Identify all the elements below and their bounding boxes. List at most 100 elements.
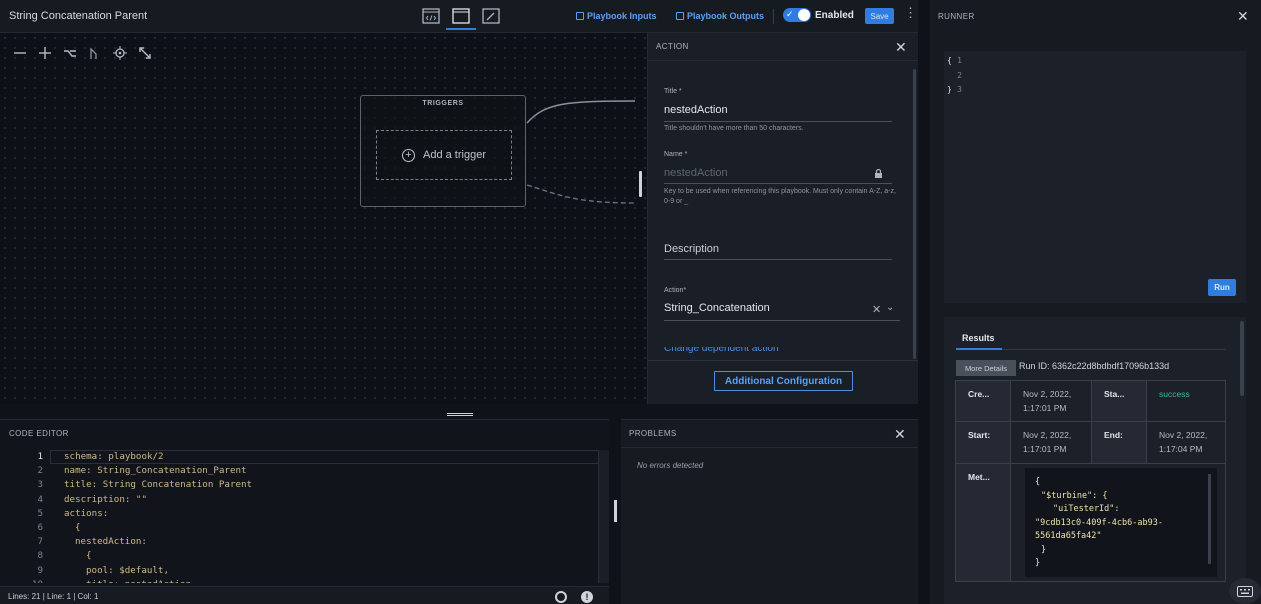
title-underline — [664, 121, 892, 122]
more-options-icon[interactable]: ⋮ — [904, 6, 917, 19]
problems-header: PROBLEMS — [621, 420, 918, 448]
scrollbar[interactable] — [913, 69, 916, 359]
created-value: Nov 2, 2022, 1:17:01 PM — [1010, 380, 1092, 422]
code-text: actions: — [64, 507, 109, 519]
additional-configuration-button[interactable]: Additional Configuration — [714, 371, 853, 391]
help-icon[interactable] — [555, 591, 567, 603]
action-label: Action* — [664, 287, 687, 294]
code-area[interactable]: 1 schema: playbook/2 2 name: String_Concate… — [0, 450, 600, 583]
playbook-outputs-link[interactable]: Playbook Outputs — [676, 11, 764, 21]
code-line[interactable]: 5 actions: — [0, 507, 600, 521]
triggers-node[interactable]: TRIGGERS + Add a trigger — [360, 95, 526, 207]
runner-lines: {1 2} 3 — [944, 54, 1246, 98]
status-value: success — [1146, 380, 1226, 422]
clear-icon[interactable]: ✕ — [872, 303, 881, 316]
code-text: name: String_Concatenation_Parent — [64, 465, 247, 477]
table-row: Cre... Nov 2, 2022, 1:17:01 PM Sta... suc… — [955, 380, 1226, 422]
lock-icon — [875, 169, 882, 178]
close-icon[interactable]: ✕ — [895, 40, 907, 54]
title-field[interactable]: nestedAction — [664, 104, 728, 116]
zoom-out-icon[interactable] — [12, 45, 28, 61]
runner-panel: RUNNER ✕ {1 2} 3 Run Results More Details … — [930, 0, 1261, 604]
cut-off-link[interactable]: Change dependent action — [664, 347, 894, 353]
bracket: { — [947, 56, 952, 65]
scrollbar[interactable] — [1240, 321, 1244, 396]
metadata-json: { "$turbine": { "uiTesterId": "9cdb13c0-… — [1025, 468, 1217, 577]
code-text: nestedAction: — [75, 536, 147, 548]
code-line[interactable]: 2 name: String_Concatenation_Parent — [0, 464, 600, 478]
more-details-button[interactable]: More Details — [956, 360, 1016, 376]
line-number: 9 — [37, 564, 43, 576]
tab-results[interactable]: Results — [962, 333, 995, 343]
branch-icon[interactable] — [62, 45, 78, 61]
editor-resize-handle[interactable] — [614, 500, 617, 522]
cursor-status: Lines: 21 | Line: 1 | Col: 1 — [8, 592, 99, 601]
code-editor-header: CODE EDITOR — [9, 428, 69, 438]
scrollbar[interactable] — [1208, 474, 1211, 564]
close-icon[interactable]: ✕ — [1237, 9, 1249, 23]
line-number: 8 — [37, 550, 43, 562]
code-line[interactable]: 6{ — [0, 521, 600, 535]
page-title: String Concatenation Parent — [9, 10, 148, 22]
table-row: Met... { "$turbine": { "uiTesterId": "9c… — [955, 463, 1226, 582]
code-line[interactable]: 1 schema: playbook/2 — [0, 450, 600, 464]
close-icon[interactable]: ✕ — [894, 427, 906, 441]
run-button[interactable]: Run — [1208, 279, 1236, 296]
name-underline — [664, 183, 892, 184]
scrollbar[interactable] — [598, 450, 609, 583]
runner-input-editor[interactable]: {1 2} 3 Run — [944, 51, 1246, 303]
line-number: 3 — [957, 85, 962, 94]
playbook-inputs-link[interactable]: Playbook Inputs — [576, 11, 657, 21]
code-line[interactable]: } 3 — [944, 83, 1246, 98]
code-line[interactable]: 7 nestedAction: — [0, 535, 600, 549]
code-line[interactable]: 10 title: nestedAction — [0, 578, 600, 583]
canvas-resize-handle[interactable] — [639, 171, 642, 197]
expand-icon[interactable] — [137, 45, 153, 61]
path-icon[interactable] — [87, 45, 103, 61]
action-select[interactable]: String_Concatenation — [664, 302, 770, 314]
zoom-in-icon[interactable] — [37, 45, 53, 61]
save-button[interactable]: Save — [865, 8, 894, 24]
code-editor: CODE EDITOR 1 schema: playbook/2 2 name: St… — [0, 419, 609, 604]
code-text: title: nestedAction — [86, 578, 191, 583]
code-line[interactable]: 9 pool: $default, — [0, 564, 600, 578]
line-number: 4 — [37, 493, 43, 505]
run-details-table: Cre... Nov 2, 2022, 1:17:01 PM Sta... suc… — [955, 380, 1226, 582]
description-underline — [664, 259, 892, 260]
keyboard-shortcuts-button[interactable] — [1229, 578, 1261, 604]
designer-view-button[interactable] — [476, 3, 506, 30]
split-view-button[interactable] — [446, 3, 476, 30]
code-line[interactable]: 8{ — [0, 549, 600, 563]
created-header: Cre... — [955, 380, 1011, 422]
code-text: { — [86, 550, 92, 562]
tab-active-indicator — [956, 348, 1002, 350]
code-view-button[interactable] — [416, 3, 446, 30]
add-trigger-button[interactable]: + Add a trigger — [376, 130, 512, 180]
alert-icon[interactable]: ! — [581, 591, 593, 603]
enabled-toggle[interactable]: ✓ — [783, 8, 811, 22]
code-line[interactable]: 4 description: "" — [0, 493, 600, 507]
target-icon[interactable] — [112, 45, 128, 61]
line-number: 6 — [37, 521, 43, 533]
results-panel: Results More Details Run ID: 6362c22d8bd… — [944, 317, 1246, 604]
code-text: schema: playbook/2 — [64, 451, 164, 462]
status-header: Sta... — [1091, 380, 1147, 422]
chevron-down-icon[interactable]: ⌄ — [886, 302, 894, 313]
name-help: Key to be used when referencing this pla… — [664, 188, 896, 205]
code-line[interactable]: {1 — [944, 54, 1246, 69]
description-field[interactable]: Description — [664, 243, 719, 255]
code-line[interactable]: 3 title: String Concatenation Parent — [0, 478, 600, 492]
title-label: Title * — [664, 88, 682, 95]
name-field[interactable]: nestedAction — [664, 167, 728, 179]
canvas-toolbar — [12, 45, 153, 61]
check-icon: ✓ — [786, 9, 794, 19]
designer-canvas[interactable]: TRIGGERS + Add a trigger — [0, 33, 647, 412]
code-editor-status-bar: Lines: 21 | Line: 1 | Col: 1 ! — [0, 586, 609, 604]
split-view-icon — [452, 7, 470, 24]
horizontal-resize-handle[interactable] — [447, 413, 473, 416]
code-line[interactable]: 2 — [944, 69, 1246, 84]
start-header: Start: — [955, 421, 1011, 464]
line-number: 7 — [37, 536, 43, 548]
runner-header: RUNNER — [938, 11, 975, 21]
problems-panel: PROBLEMS ✕ No errors detected — [621, 419, 918, 604]
